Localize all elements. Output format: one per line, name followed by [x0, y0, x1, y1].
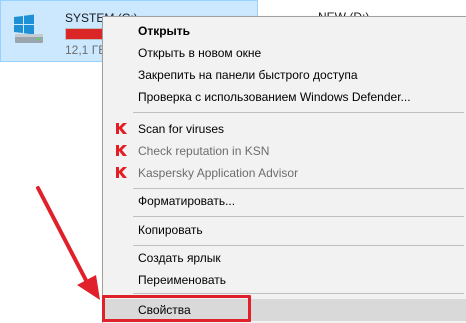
- menu-item-check-reputation[interactable]: Check reputation in KSN: [104, 140, 466, 162]
- menu-item-pin-quick-access[interactable]: Закрепить на панели быстрого доступа: [104, 64, 466, 86]
- kaspersky-icon: [116, 145, 127, 156]
- menu-separator: [133, 188, 464, 189]
- menu-item-scan-viruses[interactable]: Scan for viruses: [104, 118, 466, 140]
- menu-separator: [133, 245, 464, 246]
- menu-item-label: Открыть в новом окне: [138, 46, 262, 60]
- menu-item-label: Переименовать: [138, 273, 226, 287]
- menu-item-label: Создать ярлык: [138, 251, 221, 265]
- drive-free-space: 12,1 ГБ: [65, 43, 107, 57]
- menu-item-label: Копировать: [138, 223, 203, 237]
- menu-item-label: Scan for viruses: [138, 122, 225, 136]
- menu-item-format[interactable]: Форматировать...: [104, 190, 466, 212]
- menu-item-open[interactable]: Открыть: [104, 20, 466, 42]
- menu-separator: [133, 293, 464, 294]
- menu-item-create-shortcut[interactable]: Создать ярлык: [104, 247, 466, 269]
- menu-item-label: Kaspersky Application Advisor: [138, 166, 299, 180]
- menu-item-label: Открыть: [138, 24, 191, 38]
- menu-item-copy[interactable]: Копировать: [104, 219, 466, 241]
- windows-drive-icon: [14, 14, 43, 43]
- kaspersky-icon: [116, 167, 127, 178]
- menu-item-rename[interactable]: Переименовать: [104, 269, 466, 291]
- menu-item-label: Check reputation in KSN: [138, 144, 270, 158]
- context-menu: Открыть Открыть в новом окне Закрепить н…: [102, 16, 466, 323]
- kaspersky-icon: [116, 123, 127, 134]
- annotation-highlight-box: [102, 295, 251, 322]
- menu-item-windows-defender[interactable]: Проверка с использованием Windows Defend…: [104, 86, 466, 108]
- menu-separator: [133, 112, 464, 113]
- menu-item-label: Проверка с использованием Windows Defend…: [138, 90, 411, 104]
- menu-item-label: Форматировать...: [138, 194, 236, 208]
- menu-item-label: Закрепить на панели быстрого доступа: [138, 68, 358, 82]
- menu-item-open-new-window[interactable]: Открыть в новом окне: [104, 42, 466, 64]
- menu-separator: [133, 216, 464, 217]
- menu-item-application-advisor[interactable]: Kaspersky Application Advisor: [104, 162, 466, 184]
